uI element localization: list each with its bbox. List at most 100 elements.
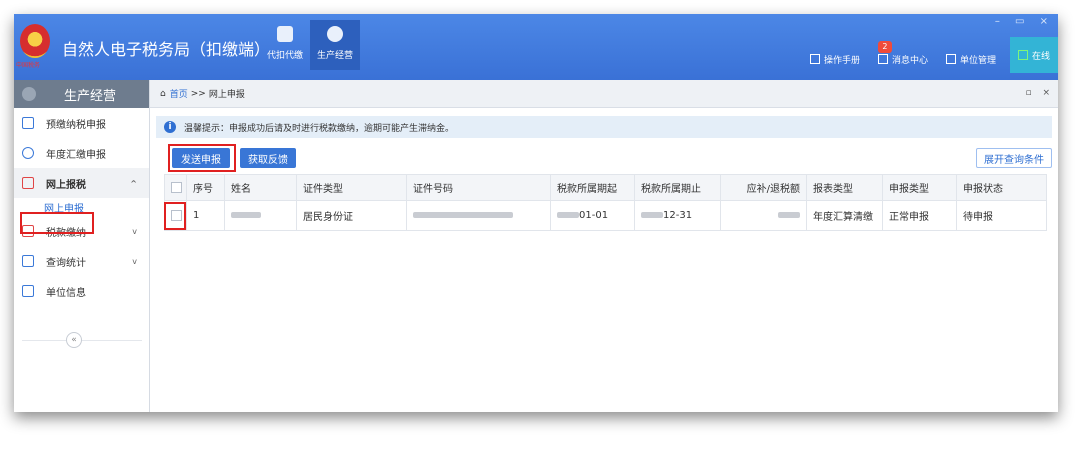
chevron-down-icon: v xyxy=(132,256,137,266)
cell-id-type: 居民身份证 xyxy=(296,200,407,231)
emblem-caption: 中国税务 xyxy=(16,62,41,69)
breadcrumb-current: 网上申报 xyxy=(208,90,245,100)
top-nav-label: 代扣代缴 xyxy=(266,51,303,61)
unit-manage-label: 单位管理 xyxy=(959,55,996,66)
main-panel: ⌂ 首页 >> 网上申报 ▫ × i 温馨提示：申报成功后请及时进行税款缴纳，逾… xyxy=(150,80,1058,412)
message-center-link[interactable]: 2 消息中心 xyxy=(877,40,928,66)
messages-label: 消息中心 xyxy=(891,55,928,66)
coins-icon xyxy=(327,26,343,42)
column-header: 姓名 xyxy=(224,174,297,201)
notice-text: 温馨提示：申报成功后请及时进行税款缴纳，逾期可能产生滞纳金。 xyxy=(184,123,455,134)
send-icon xyxy=(22,177,34,189)
sidebar-item-online-declare[interactable]: 网上申报 xyxy=(14,198,149,216)
redacted-year xyxy=(557,212,579,218)
sidebar-item-label: 单位信息 xyxy=(46,287,86,299)
online-label: 在线 xyxy=(1031,51,1050,62)
redacted-year xyxy=(641,212,663,218)
sidebar-item-tax-payment[interactable]: 税款缴纳 v xyxy=(14,216,149,246)
tax-emblem-icon xyxy=(20,24,50,58)
breadcrumb-separator: >> xyxy=(190,88,206,99)
sidebar-item-prepay[interactable]: 预缴纳税申报 xyxy=(14,108,149,138)
sidebar-divider xyxy=(22,340,142,341)
cell-period-start: 01-01 xyxy=(550,200,635,231)
home-icon[interactable]: ⌂ xyxy=(160,89,166,99)
cell-id-number xyxy=(406,200,551,231)
coins-icon xyxy=(22,87,36,101)
column-header: 序号 xyxy=(186,174,225,201)
top-nav-label: 生产经营 xyxy=(316,51,353,61)
window-controls[interactable]: – ▭ × xyxy=(995,16,1054,27)
column-header: 证件号码 xyxy=(406,174,551,201)
sidebar-item-label: 税款缴纳 xyxy=(46,227,86,239)
row-checkbox[interactable] xyxy=(171,209,182,221)
select-all-cell[interactable] xyxy=(164,174,187,201)
sidebar-collapse-button[interactable]: « xyxy=(66,332,82,348)
redacted-amount xyxy=(778,212,800,218)
mail-icon xyxy=(877,54,888,64)
send-declaration-button[interactable]: 发送申报 xyxy=(172,148,230,168)
column-header: 税款所属期起 xyxy=(550,174,635,201)
tab-controls[interactable]: ▫ × xyxy=(1025,88,1054,98)
building-icon xyxy=(945,54,956,64)
sidebar-item-unit-info[interactable]: 单位信息 xyxy=(14,276,149,306)
row-select-cell[interactable] xyxy=(164,200,187,231)
column-header: 应补/退税额 xyxy=(720,174,807,201)
column-header: 证件类型 xyxy=(296,174,407,201)
top-nav-withholding[interactable]: 代扣代缴 xyxy=(260,20,310,70)
report-icon xyxy=(22,255,34,267)
online-status[interactable]: 在线 xyxy=(1009,37,1058,73)
message-count-badge: 2 xyxy=(877,40,892,53)
top-nav-business[interactable]: 生产经营 xyxy=(310,20,360,70)
get-feedback-button[interactable]: 获取反馈 xyxy=(240,148,296,168)
expand-query-button[interactable]: 展开查询条件 xyxy=(976,148,1052,168)
period-end-value: 12-31 xyxy=(663,210,693,221)
chevron-up-icon: ^ xyxy=(130,178,137,188)
column-header: 申报状态 xyxy=(956,174,1047,201)
breadcrumb: ⌂ 首页 >> 网上申报 ▫ × xyxy=(150,80,1058,108)
column-header: 报表类型 xyxy=(806,174,883,201)
manual-label: 操作手册 xyxy=(823,55,860,66)
app-window: 中国税务 自然人电子税务局（扣缴端） 代扣代缴 生产经营 – ▭ × 操作手册 … xyxy=(14,14,1058,412)
sidebar-item-online-tax[interactable]: 网上报税 ^ xyxy=(14,168,149,198)
cell-name xyxy=(224,200,297,231)
cell-period-end: 12-31 xyxy=(634,200,721,231)
cell-index: 1 xyxy=(186,200,225,231)
notice-bar: i 温馨提示：申报成功后请及时进行税款缴纳，逾期可能产生滞纳金。 xyxy=(156,116,1052,138)
app-header: 中国税务 自然人电子税务局（扣缴端） 代扣代缴 生产经营 – ▭ × 操作手册 … xyxy=(14,14,1058,80)
sidebar: 生产经营 预缴纳税申报 年度汇缴申报 网上报税 ^ 网上申报 税款缴纳 v 查询… xyxy=(14,80,150,412)
header-right-menu: 操作手册 2 消息中心 单位管理 在线 xyxy=(792,37,1058,73)
column-header: 税款所属期止 xyxy=(634,174,721,201)
sidebar-item-query-stats[interactable]: 查询统计 v xyxy=(14,246,149,276)
select-all-checkbox[interactable] xyxy=(171,181,182,193)
top-nav: 代扣代缴 生产经营 xyxy=(260,20,360,70)
cell-status: 待申报 xyxy=(956,200,1047,231)
declaration-table: 序号 姓名 证件类型 证件号码 税款所属期起 税款所属期止 应补/退税额 报表类… xyxy=(164,174,1047,231)
redacted-name xyxy=(231,212,261,218)
info-icon: i xyxy=(164,121,176,133)
sidebar-item-label: 查询统计 xyxy=(46,257,86,269)
sidebar-item-label: 预缴纳税申报 xyxy=(46,119,106,131)
chevron-down-icon: v xyxy=(132,226,137,236)
app-title: 自然人电子税务局（扣缴端） xyxy=(62,40,271,59)
breadcrumb-home[interactable]: 首页 xyxy=(170,87,188,100)
period-start-value: 01-01 xyxy=(579,210,609,221)
cell-tax-amount xyxy=(720,200,807,231)
sidebar-item-label: 网上报税 xyxy=(46,179,86,191)
form-icon xyxy=(22,117,34,129)
redacted-id-number xyxy=(413,212,513,218)
wallet-icon xyxy=(277,26,293,42)
payment-icon xyxy=(22,225,34,237)
yen-icon xyxy=(22,147,34,159)
online-check-icon xyxy=(1017,50,1028,60)
sidebar-header: 生产经营 xyxy=(14,80,149,108)
table-row[interactable]: 1 居民身份证 01-01 12-31 年度汇算清缴 正常申报 待申报 xyxy=(164,200,1047,231)
column-header: 申报类型 xyxy=(882,174,957,201)
manual-link[interactable]: 操作手册 xyxy=(809,53,860,66)
cell-declare-type: 正常申报 xyxy=(882,200,957,231)
unit-manage-link[interactable]: 单位管理 xyxy=(945,53,996,66)
sidebar-item-label: 年度汇缴申报 xyxy=(46,149,106,161)
sidebar-item-label: 网上申报 xyxy=(44,203,84,215)
list-icon xyxy=(22,285,34,297)
sidebar-title: 生产经营 xyxy=(64,88,117,104)
sidebar-item-annual[interactable]: 年度汇缴申报 xyxy=(14,138,149,168)
